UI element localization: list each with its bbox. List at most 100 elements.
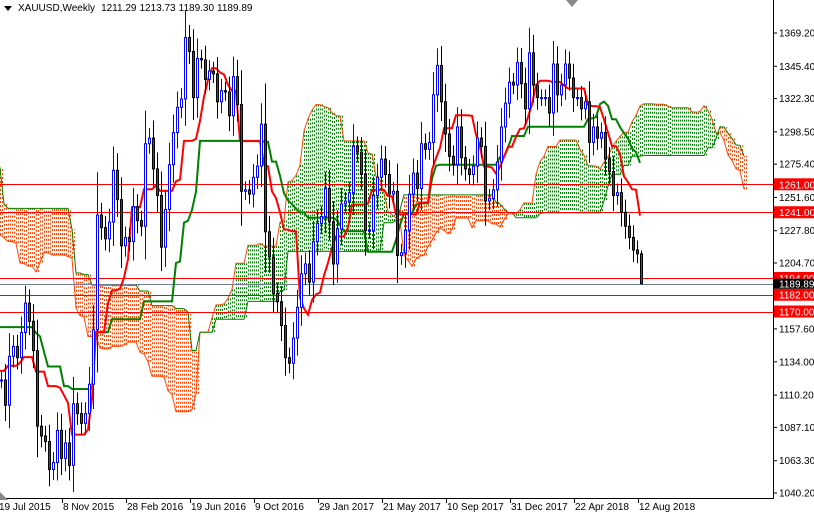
ohlc-low: 1189.30 [178,3,215,14]
candle-body [188,36,191,52]
candle-body [116,169,119,201]
y-tick-label: 1063.30 [779,456,814,467]
time-axis[interactable]: 19 Jul 2015 8 Nov 2015 28 Feb 2016 19 Jun 2… [0,499,696,513]
candle-body [388,173,391,195]
candle-body [196,57,199,99]
price-axis[interactable]: 1369.20 1345.40 1322.30 1298.50 1275.40 1251.… [773,29,814,500]
chart-header: XAUUSD,Weekly 1211.29 1213.73 1189.30 11… [4,3,252,14]
price-axis-bg [774,0,814,514]
candle-body [68,442,71,466]
candle-body [156,168,159,196]
candle-body [60,429,63,459]
candle-body [176,106,179,134]
candle-body [120,199,123,247]
candle-body [152,137,155,170]
candle-body [508,81,511,104]
candle-body [304,263,307,275]
candle-body [484,146,487,202]
candle-body [296,306,299,339]
y-tick-label: 1157.60 [779,324,814,335]
candle-body [200,57,203,61]
candle-body [52,462,55,471]
x-tick-label: 29 Jan 2017 [319,502,374,513]
candle-body [284,324,287,359]
candle-body [192,50,195,99]
candle-body [236,76,239,106]
candle-body [376,176,379,196]
level-price-label: 1261.00 [779,180,814,191]
candle-body [48,441,51,471]
candle-body [492,189,495,199]
y-tick-label: 1275.40 [779,160,814,171]
candle-body [260,123,263,167]
candle-body [168,164,171,210]
candle-body [4,379,7,406]
candle-body [456,126,459,166]
candle-body [596,126,599,139]
candle-body [568,63,571,79]
candle-body [488,197,491,202]
candle-body [544,97,547,100]
candle-body [24,302,27,333]
candle-body [516,62,519,86]
candle-body [448,133,451,157]
candle-body [368,229,371,232]
candle-body [408,193,411,231]
candle-body [272,256,275,294]
candle-body [504,102,507,128]
candle-body [576,97,579,100]
candle-body [316,222,319,243]
candle-body [500,126,503,163]
candle-body [536,84,539,99]
candle-body [396,190,399,257]
candle-body [380,158,383,178]
y-tick-label: 1345.40 [779,62,814,73]
candle-body [480,137,483,148]
candle-body [440,64,443,103]
candle-body [632,236,635,251]
candle-body [232,76,235,117]
current-price-label: 1189.89 [779,280,814,291]
scroll-marker-icon [0,492,8,500]
candle-body [552,63,555,114]
x-tick-label: 19 Jul 2015 [0,502,51,513]
dropdown-triangle-icon[interactable] [4,6,12,11]
candle-body [452,155,455,166]
candle-body [132,206,135,243]
price-chart[interactable]: 1369.20 1345.40 1322.30 1298.50 1275.40 1251.… [0,0,814,514]
candle-body [592,126,595,143]
candle-body [32,320,35,352]
symbol-timeframe: XAUUSD,Weekly [18,3,96,14]
candle-body [612,171,615,196]
candle-body [228,91,231,117]
x-tick-label: 28 Feb 2016 [127,502,184,513]
candle-body [252,176,255,195]
candle-body [184,36,187,100]
candle-body [616,192,619,196]
candle-body [172,132,175,166]
candle-body [624,211,627,227]
candle-body [384,158,387,175]
candle-body [112,169,115,223]
x-tick-label: 22 Apr 2018 [575,502,629,513]
candle-body [288,357,291,364]
candle-body [124,236,127,247]
candle-body [352,146,355,194]
x-tick-label: 9 Oct 2016 [255,502,304,513]
candle-body [360,151,363,175]
candle-body [580,97,583,110]
candle-body [604,132,607,160]
candle-body [264,123,267,233]
x-tick-label: 8 Nov 2015 [63,502,115,513]
chart-shift-marker-icon[interactable] [566,0,578,7]
y-tick-label: 1251.60 [779,193,814,204]
candle-body [44,435,47,443]
candle-body [640,253,643,285]
candle-body [72,403,75,466]
candle-body [136,206,139,222]
candle-body [324,187,327,217]
candle-body [8,355,11,406]
candle-body [276,292,279,303]
candle-body [460,126,463,159]
candle-body [332,221,335,265]
